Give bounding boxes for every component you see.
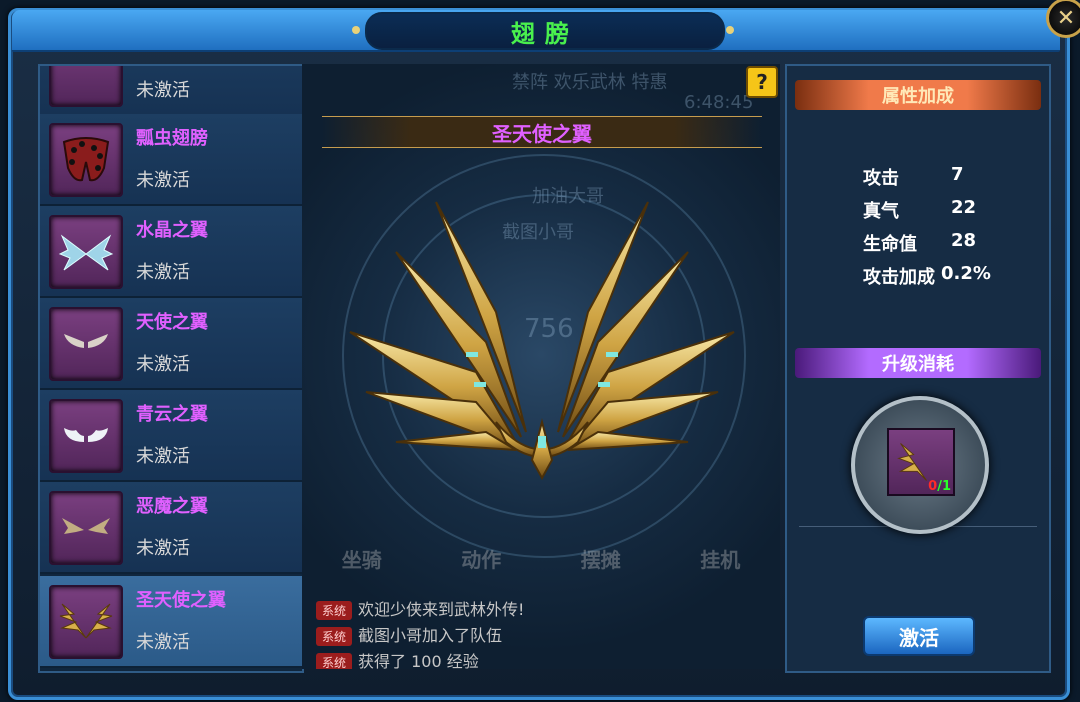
wing-status: 未激活 [136,262,190,283]
attribute-row: 攻击 7 [863,164,991,197]
upgrade-header: 升级消耗 [795,348,1041,378]
holy-angel-wing-icon [59,603,113,639]
cloud-wing-icon [64,428,108,442]
attribute-row: 攻击加成 0.2% [863,263,991,296]
attribute-header: 属性加成 [795,80,1041,110]
wing-thumb [49,307,123,381]
wing-name: 水晶之翼 [136,220,208,241]
wing-name: 瓢虫翅膀 [136,128,208,149]
attribute-label: 攻击 [863,168,899,189]
wing-status: 未激活 [136,354,190,375]
attribute-value: 22 [951,197,977,218]
bg-menu-stall: 摆摊 [580,548,621,572]
wing-name: 天使之翼 [136,312,208,333]
wing-status: 未激活 [136,446,190,467]
window-title: 翅膀 [511,19,579,48]
wing-thumb [49,123,123,197]
wing-list-item[interactable]: 天使之翼 未激活 [40,298,302,390]
help-icon: ? [756,70,768,94]
wing-status: 未激活 [136,538,190,559]
close-button[interactable]: ✕ [1046,0,1080,38]
angel-wing-icon [64,334,108,348]
upgrade-item-slot[interactable]: 0/1 [887,428,955,496]
activate-button-label: 激活 [899,625,939,650]
attribute-row: 生命值 28 [863,230,991,263]
upgrade-have: 0 [928,479,938,494]
title-ornament-left [352,26,360,34]
attribute-value: 7 [951,164,964,185]
chat-line: 系统 截图小哥加入了队伍 [316,622,502,646]
crystal-wing-icon [58,234,114,271]
bg-hud-tabs: 禁阵 欢乐武林 特惠 [512,72,668,93]
attribute-list: 攻击 7 真气 22 生命值 28 攻击加成 0.2% [863,164,991,296]
wing-name: 恶魔之翼 [136,496,208,517]
attribute-row: 真气 22 [863,197,991,230]
close-icon: ✕ [1056,5,1076,31]
wing-list-item[interactable]: 青云之翼 未激活 [40,390,302,482]
wing-status: 未激活 [136,80,190,101]
wing-thumb [49,215,123,289]
chat-text: 截图小哥加入了队伍 [358,626,503,645]
activate-button[interactable]: 激活 [863,616,975,656]
wing-name: 青云之翼 [136,404,208,425]
chat-text: 欢迎少侠来到武林外传! [358,600,525,619]
bg-bottom-menu: 坐骑 动作 摆摊 挂机 [302,544,780,573]
chat-tag: 系统 [316,601,353,620]
wing-status: 未激活 [136,632,190,653]
attribute-label: 生命值 [863,234,917,255]
upgrade-header-label: 升级消耗 [882,354,954,375]
wing-list-item[interactable]: 水晶之翼 未激活 [40,206,302,298]
attribute-label: 攻击加成 [863,267,935,288]
wing-list-item[interactable]: 瓢虫翅膀 未激活 [40,114,302,206]
attribute-label: 真气 [863,201,899,222]
chat-line: 系统 欢迎少侠来到武林外传! [316,596,524,620]
preview-title-bar: 圣天使之翼 [322,116,762,148]
chat-line: 系统 获得了 100 经验 [316,648,479,669]
chat-tag: 系统 [316,627,353,646]
attribute-panel: 属性加成 攻击 7 真气 22 生命值 28 攻击加成 0.2% 升级消耗 0/… [785,64,1051,673]
wing-list-item[interactable]: 恶魔之翼 未激活 [40,482,302,574]
upgrade-need: 1 [941,479,951,494]
wing-list[interactable]: 未激活 瓢虫翅膀 未激活 水晶之翼 未激活 天使之翼 未激活 青云之翼 未激活 … [38,64,304,673]
chat-text: 获得了 100 经验 [358,652,479,669]
demon-wing-icon [62,518,110,534]
wing-list-item-selected[interactable]: 圣天使之翼 未激活 [40,576,302,668]
holy-angel-wings-illustration [349,201,735,481]
title-ornament-right [726,26,734,34]
bg-menu-action: 动作 [461,548,502,572]
title-pill: 翅膀 [365,12,725,50]
wing-thumb [49,66,123,107]
wing-thumb [49,585,123,659]
wing-list-item[interactable]: 未激活 [40,66,302,116]
bg-menu-mount: 坐骑 [341,548,382,572]
attribute-value: 0.2% [941,263,991,284]
wing-thumb [49,399,123,473]
preview-title: 圣天使之翼 [492,121,592,146]
attribute-value: 28 [951,230,977,251]
upgrade-item-count: 0/1 [928,479,951,494]
upgrade-cost-slot-frame: 0/1 [851,396,989,534]
chat-tag: 系统 [316,653,353,669]
help-button[interactable]: ? [746,66,778,98]
attribute-header-label: 属性加成 [882,86,954,107]
wing-thumb [49,491,123,565]
wing-name: 圣天使之翼 [136,590,226,611]
bg-menu-afk: 挂机 [700,548,741,572]
bg-hud-time: 6:48:45 [684,92,754,113]
wing-preview: 禁阵 欢乐武林 特惠 6:48:45 加油大哥 截图小哥 756 ? 圣天使之翼 [302,64,780,669]
ladybug-wing-icon [62,137,110,182]
wing-status: 未激活 [136,170,190,191]
